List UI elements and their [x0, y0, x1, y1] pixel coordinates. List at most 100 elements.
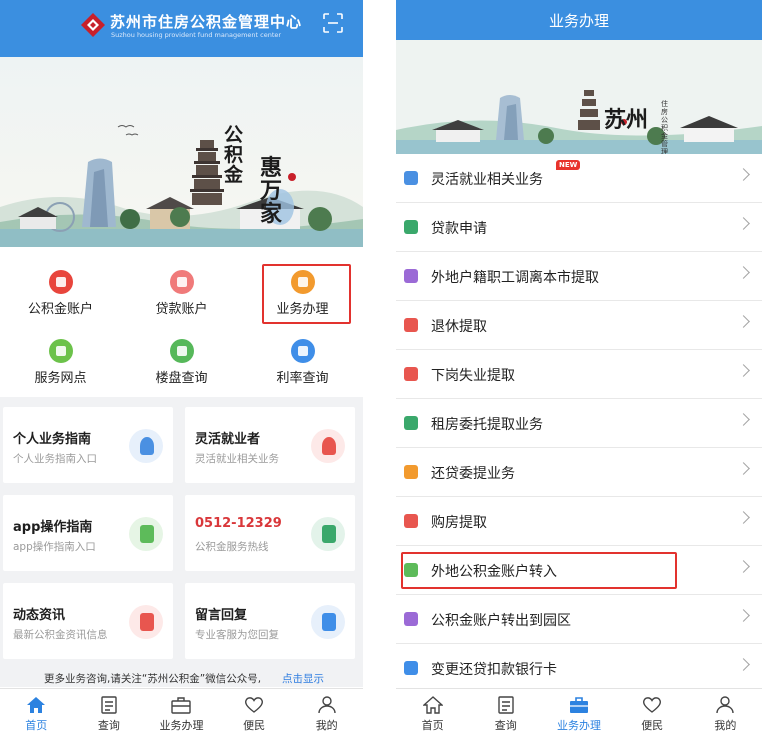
tab-query[interactable]: 查询 [73, 689, 146, 737]
chevron-right-icon [737, 217, 750, 230]
chevron-right-icon [737, 658, 750, 671]
business-banner: 苏州 住房公积金管理中心 [396, 40, 762, 154]
card-title: 个人业务指南 [13, 432, 92, 447]
app-subtitle: Suzhou housing provident fund management… [111, 31, 282, 39]
heart-icon [245, 697, 264, 713]
menu-item-unemployed[interactable]: 下岗失业提取 [396, 350, 762, 399]
quick-item-loan-account[interactable]: 贷款账户 [121, 260, 242, 320]
card-subtitle: 个人业务指南入口 [13, 453, 97, 465]
park-transfer-icon [404, 612, 418, 626]
page-title: 业务办理 [548, 12, 609, 30]
highlight-box [401, 552, 677, 589]
tab-label: 首页 [25, 719, 48, 732]
card-subtitle: 最新公积金资讯信息 [13, 629, 108, 641]
menu-item-transfer-out[interactable]: 外地户籍职工调离本市提取 [396, 252, 762, 301]
chevron-right-icon [737, 609, 750, 622]
card-app-guide[interactable]: app操作指南 app操作指南入口 [3, 495, 173, 571]
tab-label: 便民 [641, 719, 664, 732]
menu-item-label: 购房提取 [431, 515, 487, 531]
menu-item-repay[interactable]: 还贷委提业务 [396, 448, 762, 497]
banner-calligraphy: 苏州 [604, 107, 649, 133]
flexible-job-icon [404, 171, 418, 185]
quick-item-label: 楼盘查询 [155, 371, 208, 386]
menu-item-label: 下岗失业提取 [431, 368, 515, 384]
quick-item-account[interactable]: 公积金账户 [0, 260, 121, 320]
bank-card-icon [404, 661, 418, 675]
menu-item-bank-card[interactable]: 变更还贷扣款银行卡 [396, 644, 762, 693]
home-banner[interactable]: 公积金 惠万家 [0, 57, 363, 247]
query-icon [101, 696, 117, 714]
tab-label: 我的 [315, 719, 338, 732]
tab-label: 查询 [97, 719, 120, 732]
tab-convenience[interactable]: 便民 [616, 689, 689, 737]
purchase-icon [404, 514, 418, 528]
tab-query[interactable]: 查询 [469, 689, 542, 737]
query-icon [498, 696, 514, 714]
chevron-right-icon [737, 462, 750, 475]
mobile-icon [129, 517, 163, 551]
card-title: 动态资讯 [13, 608, 66, 623]
menu-item-loan-apply[interactable]: 贷款申请 [396, 203, 762, 252]
tab-home[interactable]: 首页 [0, 689, 73, 737]
menu-item-flexible-job[interactable]: 灵活就业相关业务 NEW [396, 154, 762, 203]
card-subtitle: 专业客服为您回复 [195, 629, 279, 641]
card-hotline[interactable]: 0512-12329 公积金服务热线 [185, 495, 355, 571]
menu-item-park-transfer[interactable]: 公积金账户转出到园区 [396, 595, 762, 644]
transfer-out-icon [404, 269, 418, 283]
notice-text: 更多业务咨询,请关注“苏州公积金”微信公众号, [44, 673, 262, 685]
quick-item-rate[interactable]: 利率查询 [242, 329, 363, 389]
menu-item-label: 还贷委提业务 [431, 466, 515, 482]
quick-item-label: 利率查询 [276, 371, 329, 386]
heart-icon [643, 697, 662, 713]
tab-convenience[interactable]: 便民 [218, 689, 291, 737]
home-icon [422, 696, 443, 714]
news-icon [129, 605, 163, 639]
tab-business[interactable]: 业务办理 [542, 689, 615, 737]
chevron-right-icon [737, 413, 750, 426]
tab-mine[interactable]: 我的 [290, 689, 363, 737]
building-icon [169, 339, 194, 363]
card-news[interactable]: 动态资讯 最新公积金资讯信息 [3, 583, 173, 659]
tab-label: 首页 [421, 719, 444, 732]
menu-item-label: 公积金账户转出到园区 [431, 613, 571, 629]
chevron-right-icon [737, 168, 750, 181]
menu-item-label: 变更还贷扣款银行卡 [431, 662, 557, 678]
banner-vertical-text: 住房公积金管理中心 [661, 100, 668, 154]
tab-label: 便民 [243, 719, 266, 732]
scan-icon[interactable] [322, 12, 344, 34]
tab-mine[interactable]: 我的 [689, 689, 762, 737]
quick-item-label: 贷款账户 [155, 302, 208, 317]
menu-item-rent[interactable]: 租房委托提取业务 [396, 399, 762, 448]
menu-item-label: 退休提取 [431, 319, 487, 335]
unemployed-icon [404, 367, 418, 381]
loan-apply-icon [404, 220, 418, 234]
chevron-right-icon [737, 560, 750, 573]
hotline-number[interactable]: 0512-12329 [195, 516, 282, 531]
card-message-reply[interactable]: 留言回复 专业客服为您回复 [185, 583, 355, 659]
menu-item-purchase[interactable]: 购房提取 [396, 497, 762, 546]
menu-item-retire[interactable]: 退休提取 [396, 301, 762, 350]
card-subtitle: 灵活就业相关业务 [195, 453, 279, 465]
logo-icon [81, 13, 105, 37]
notice-link[interactable]: 点击显示 [282, 671, 324, 686]
user-icon [716, 696, 735, 714]
tab-label: 业务办理 [556, 719, 601, 732]
chevron-right-icon [737, 511, 750, 524]
app-header: 苏州市住房公积金管理中心 Suzhou housing provident fu… [0, 0, 363, 57]
tab-home[interactable]: 首页 [396, 689, 469, 737]
tab-business[interactable]: 业务办理 [145, 689, 218, 737]
quick-item-network[interactable]: 服务网点 [0, 329, 121, 389]
banner-calligraphy-1: 公积金 [224, 124, 244, 186]
menu-item-label: 外地户籍职工调离本市提取 [431, 270, 599, 286]
person-icon [129, 429, 163, 463]
card-subtitle: 公积金服务热线 [195, 541, 269, 553]
card-personal-guide[interactable]: 个人业务指南 个人业务指南入口 [3, 407, 173, 483]
card-flexible-worker[interactable]: 灵活就业者 灵活就业相关业务 [185, 407, 355, 483]
quick-item-label: 公积金账户 [27, 302, 93, 317]
bottom-tabbar: 首页 查询 业务办理 便民 我的 [396, 688, 762, 737]
message-icon [311, 605, 345, 639]
briefcase-icon [569, 697, 588, 713]
quick-item-building[interactable]: 楼盘查询 [121, 329, 242, 389]
app-title: 苏州市住房公积金管理中心 [110, 13, 303, 31]
telephone-icon [311, 517, 345, 551]
